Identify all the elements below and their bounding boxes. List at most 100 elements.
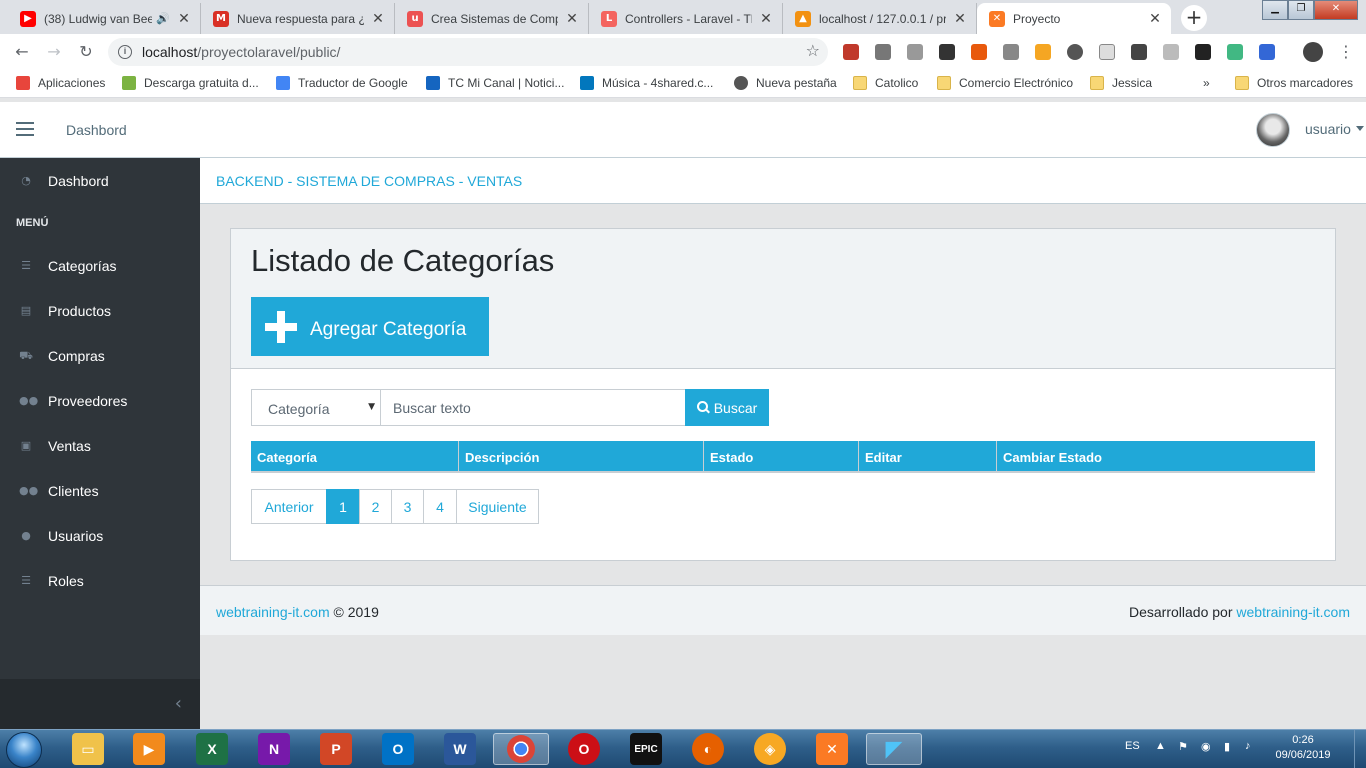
pagination-prev[interactable]: Anterior (251, 489, 327, 524)
footer-site-link[interactable]: webtraining-it.com (216, 604, 330, 620)
more-bookmarks-button[interactable]: » (1203, 76, 1210, 90)
close-tab-icon[interactable]: ✕ (370, 11, 386, 27)
sidebar-item-productos[interactable]: ▤ Productos (0, 288, 200, 333)
sidebar-item-ventas[interactable]: ▣ Ventas (0, 423, 200, 468)
show-desktop-button[interactable] (1354, 730, 1366, 768)
avast-browser-icon[interactable]: ◈ (754, 733, 786, 765)
honey-extension-icon[interactable] (1035, 44, 1051, 60)
close-tab-icon[interactable]: ✕ (758, 11, 774, 27)
bookmark-star-icon[interactable]: ☆ (806, 41, 820, 60)
office-extension-icon[interactable] (971, 44, 987, 60)
close-tab-icon[interactable]: ✕ (952, 11, 968, 27)
minimize-button[interactable]: ▁ (1262, 0, 1288, 20)
explorer-icon[interactable]: ▭ (72, 733, 104, 765)
bookmark-item[interactable]: Traductor de Google (276, 76, 408, 90)
footer-credit-link[interactable]: webtraining-it.com (1236, 604, 1350, 620)
system-clock[interactable]: 0:26 09/06/2019 (1270, 733, 1336, 763)
browser-tab[interactable]: ▲ localhost / 127.0.0.1 / pr ✕ (783, 3, 977, 34)
pagination-next[interactable]: Siguiente (456, 489, 539, 524)
bookmark-folder[interactable]: Catolico (853, 76, 918, 90)
sidebar-item-usuarios[interactable]: ● Usuarios (0, 513, 200, 558)
vue-devtools-icon[interactable] (1227, 44, 1243, 60)
language-indicator[interactable]: ES (1125, 740, 1140, 752)
sidebar-item-compras[interactable]: ⛟ Compras (0, 333, 200, 378)
bookmark-item[interactable]: Descarga gratuita d... (122, 76, 259, 90)
volume-icon[interactable]: ♪ (1245, 740, 1251, 752)
browser-tab[interactable]: ▶ (38) Ludwig van Bee 🔊 ✕ (8, 3, 201, 34)
accessibility-extension-icon[interactable] (1195, 44, 1211, 60)
bookmark-item[interactable]: Aplicaciones (16, 76, 105, 90)
browser-tab[interactable]: u Crea Sistemas de Compr ✕ (395, 3, 589, 34)
header-dashboard-link[interactable]: Dashbord (66, 122, 127, 138)
onenote-icon[interactable]: N (258, 733, 290, 765)
profile-avatar-icon[interactable] (1303, 42, 1323, 62)
search-input[interactable] (381, 389, 686, 426)
reload-icon[interactable]: ↻ (74, 40, 98, 64)
pagination-page[interactable]: 1 (326, 489, 360, 524)
json-extension-icon[interactable] (1259, 44, 1275, 60)
sidebar-item-categorias[interactable]: ☰ Categorías (0, 243, 200, 288)
word-icon[interactable]: W (444, 733, 476, 765)
opera-icon[interactable]: O (568, 733, 600, 765)
network-icon[interactable]: ◉ (1201, 740, 1211, 753)
eraser-extension-icon[interactable] (1131, 44, 1147, 60)
sidebar-item-roles[interactable]: ☰ Roles (0, 558, 200, 603)
pagination-page[interactable]: 4 (423, 489, 457, 524)
address-bar[interactable]: i localhost/proyectolaravel/public/ ☆ (108, 38, 828, 66)
search-button[interactable]: Buscar (685, 389, 769, 426)
battery-icon[interactable]: ▮ (1224, 740, 1230, 753)
bookmark-folder[interactable]: Comercio Electrónico (937, 76, 1073, 90)
browser-tab-active[interactable]: ✕ Proyecto ✕ (977, 3, 1171, 34)
close-tab-icon[interactable]: ✕ (564, 11, 580, 27)
caret-down-icon[interactable] (1356, 126, 1364, 131)
avatar[interactable] (1256, 113, 1290, 147)
browser-menu-icon[interactable]: ⋮ (1334, 40, 1358, 64)
hamburger-menu-icon[interactable] (16, 122, 34, 136)
back-icon[interactable]: ← (10, 40, 34, 64)
circle-extension-icon[interactable] (1067, 44, 1083, 60)
pagination-page[interactable]: 2 (359, 489, 392, 524)
forward-icon[interactable]: → (42, 40, 66, 64)
bookmark-item[interactable]: Nueva pestaña (734, 76, 837, 90)
browser-tab[interactable]: M Nueva respuesta para ¿C ✕ (201, 3, 395, 34)
pdf-extension-icon[interactable] (843, 44, 859, 60)
adblock-extension-icon[interactable] (939, 44, 955, 60)
copy-extension-icon[interactable] (1163, 44, 1179, 60)
close-tab-icon[interactable]: ✕ (1147, 11, 1163, 27)
search-field-select[interactable]: Categoría ▼ (251, 389, 381, 426)
browser-tab[interactable]: L Controllers - Laravel - Th ✕ (589, 3, 783, 34)
tray-expand-icon[interactable]: ▲ (1155, 740, 1166, 752)
bookmark-item[interactable]: Música - 4shared.c... (580, 76, 713, 90)
firefox-icon[interactable]: ◐ (692, 733, 724, 765)
sidebar-minimizer[interactable]: ‹ (0, 679, 200, 729)
xampp-icon[interactable]: ✕ (816, 733, 848, 765)
start-button[interactable] (6, 732, 42, 768)
new-tab-button[interactable]: + (1181, 5, 1207, 31)
sidebar-item-proveedores[interactable]: ●● Proveedores (0, 378, 200, 423)
maximize-button[interactable]: ❐ (1288, 0, 1314, 20)
close-window-button[interactable]: ✕ (1314, 0, 1358, 20)
epic-games-icon[interactable]: EPIC (630, 733, 662, 765)
camera-extension-icon[interactable] (875, 44, 891, 60)
puzzle-extension-icon[interactable] (1003, 44, 1019, 60)
action-center-flag-icon[interactable]: ⚑ (1178, 740, 1188, 753)
sidebar-item-clientes[interactable]: ●● Clientes (0, 468, 200, 513)
sidebar-item-dashboard[interactable]: ◔ Dashbord (0, 158, 200, 203)
bookmark-item[interactable]: TC Mi Canal | Notici... (426, 76, 564, 90)
bookmark-folder[interactable]: Jessica (1090, 76, 1152, 90)
pagination-page[interactable]: 3 (391, 489, 424, 524)
search-extension-icon[interactable] (1099, 44, 1115, 60)
info-icon[interactable]: i (118, 45, 132, 59)
chrome-icon[interactable] (493, 733, 549, 765)
powerpoint-icon[interactable]: P (320, 733, 352, 765)
outlook-icon[interactable]: O (382, 733, 414, 765)
download-extension-icon[interactable] (907, 44, 923, 60)
bookmark-folder[interactable]: Otros marcadores (1235, 76, 1353, 90)
close-tab-icon[interactable]: ✕ (176, 11, 192, 27)
add-category-button[interactable]: Agregar Categoría (251, 297, 489, 356)
vscode-icon[interactable]: ◤ (866, 733, 922, 765)
speaker-icon[interactable]: 🔊 (156, 12, 170, 25)
user-menu[interactable]: usuario (1305, 121, 1351, 137)
excel-icon[interactable]: X (196, 733, 228, 765)
media-player-icon[interactable]: ▶ (133, 733, 165, 765)
